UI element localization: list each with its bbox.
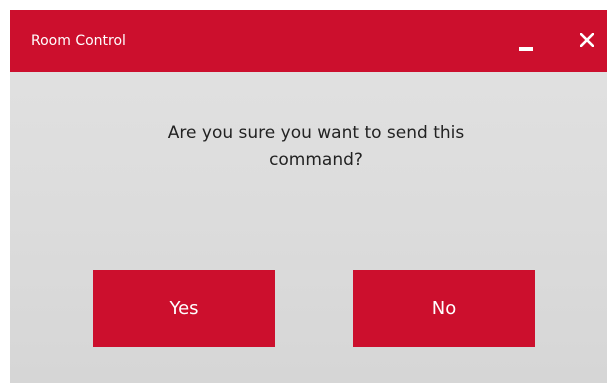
minimize-button[interactable] bbox=[510, 26, 540, 56]
close-button[interactable] bbox=[572, 24, 602, 54]
confirm-dialog: Room Control Are you sure you want to se… bbox=[10, 10, 607, 383]
close-icon bbox=[580, 33, 594, 47]
window-title: Room Control bbox=[31, 33, 126, 49]
no-button[interactable]: No bbox=[353, 270, 535, 347]
minimize-icon bbox=[519, 47, 533, 51]
confirmation-message: Are you sure you want to send this comma… bbox=[167, 123, 465, 170]
title-bar[interactable]: Room Control bbox=[10, 10, 607, 72]
yes-button[interactable]: Yes bbox=[93, 270, 275, 347]
